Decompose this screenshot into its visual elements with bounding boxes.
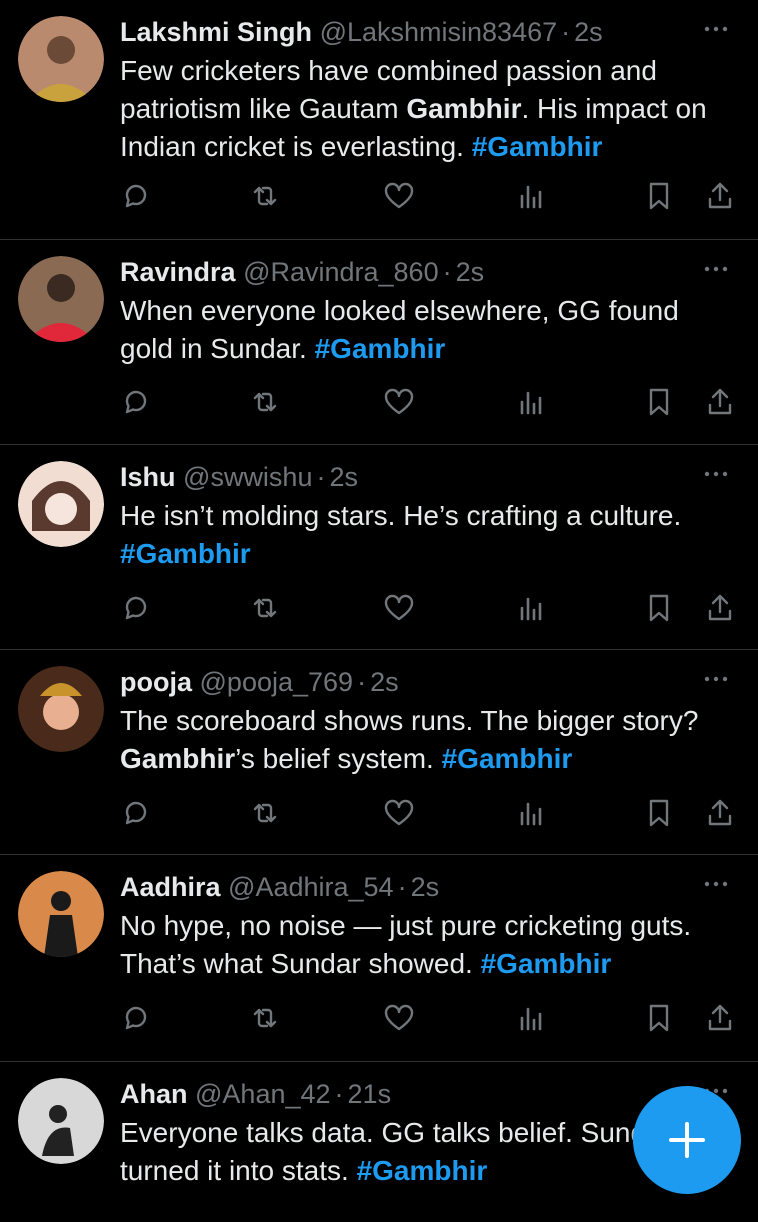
tweet-text: Few cricketers have combined passion and… [120,52,736,166]
tweet-actions [0,588,758,628]
display-name[interactable]: pooja [120,667,192,697]
avatar[interactable] [18,461,104,547]
avatar[interactable] [18,1078,104,1164]
avatar[interactable] [18,871,104,957]
tweet-text-bold: Gambhir [120,743,236,774]
timestamp[interactable]: 2s [411,872,440,902]
reply-icon[interactable] [119,796,153,830]
more-dots-icon[interactable] [698,869,734,899]
reply-icon[interactable] [119,179,153,213]
tweet-actions [0,793,758,833]
display-name[interactable]: Ishu [120,462,176,492]
tweet-header: pooja @pooja_769 · 2s [120,664,678,700]
hashtag-link[interactable]: #Gambhir [120,538,251,569]
avatar[interactable] [18,16,104,102]
tweet-actions [0,998,758,1038]
heart-icon[interactable] [382,796,416,830]
avatar[interactable] [18,256,104,342]
tweet-text-part: ’s belief system. [235,743,442,774]
reply-icon[interactable] [119,385,153,419]
timestamp[interactable]: 2s [329,462,358,492]
tweet[interactable]: Ravindra @Ravindra_860 · 2s When everyone … [0,240,758,445]
tweet-actions [0,382,758,422]
views-icon[interactable] [513,179,547,213]
retweet-icon[interactable] [248,796,282,830]
separator-dot: · [316,462,326,492]
share-icon[interactable] [703,591,737,625]
hashtag-link[interactable]: #Gambhir [315,333,446,364]
user-handle[interactable]: @Ahan_42 [195,1079,331,1109]
share-icon[interactable] [703,385,737,419]
hashtag-link[interactable]: #Gambhir [442,743,573,774]
share-icon[interactable] [703,179,737,213]
more-dots-icon[interactable] [698,664,734,694]
bookmark-icon[interactable] [642,1001,676,1035]
heart-icon[interactable] [382,385,416,419]
hashtag-link[interactable]: #Gambhir [481,948,612,979]
retweet-icon[interactable] [248,591,282,625]
bookmark-icon[interactable] [642,796,676,830]
heart-icon[interactable] [382,591,416,625]
tweet[interactable]: Aadhira @Aadhira_54 · 2s No hype, no noise… [0,855,758,1062]
display-name[interactable]: Lakshmi Singh [120,17,312,47]
hashtag-link[interactable]: #Gambhir [357,1155,488,1186]
retweet-icon[interactable] [248,1001,282,1035]
heart-icon[interactable] [382,179,416,213]
hashtag-link[interactable]: #Gambhir [472,131,603,162]
plus-icon [669,1122,705,1158]
tweet-text-part: He isn’t molding stars. He’s crafting a … [120,500,682,531]
bookmark-icon[interactable] [642,179,676,213]
heart-icon[interactable] [382,1001,416,1035]
share-icon[interactable] [703,796,737,830]
retweet-icon[interactable] [248,179,282,213]
timestamp[interactable]: 2s [456,257,485,287]
user-handle[interactable]: @swwishu [183,462,312,492]
views-icon[interactable] [513,385,547,419]
user-handle[interactable]: @Ravindra_860 [243,257,439,287]
separator-dot: · [357,667,367,697]
retweet-icon[interactable] [248,385,282,419]
display-name[interactable]: Ravindra [120,257,236,287]
views-icon[interactable] [513,591,547,625]
tweet-text-part: The scoreboard shows runs. The bigger st… [120,705,699,736]
tweet-text: The scoreboard shows runs. The bigger st… [120,702,736,778]
tweet[interactable]: Ishu @swwishu · 2s He isn’t molding stars.… [0,445,758,650]
reply-icon[interactable] [119,1001,153,1035]
separator-dot: · [561,17,571,47]
tweet-text: When everyone looked elsewhere, GG found… [120,292,736,368]
tweet-header: Aadhira @Aadhira_54 · 2s [120,869,678,905]
user-handle[interactable]: @Aadhira_54 [228,872,394,902]
tweet-header: Lakshmi Singh @Lakshmisin83467 · 2s [120,14,678,50]
separator-dot: · [442,257,452,287]
avatar[interactable] [18,666,104,752]
display-name[interactable]: Aadhira [120,872,221,902]
separator-dot: · [334,1079,344,1109]
user-handle[interactable]: @pooja_769 [200,667,354,697]
reply-icon[interactable] [119,591,153,625]
timestamp[interactable]: 21s [348,1079,392,1109]
share-icon[interactable] [703,1001,737,1035]
display-name[interactable]: Ahan [120,1079,188,1109]
more-dots-icon[interactable] [698,254,734,284]
user-handle[interactable]: @Lakshmisin83467 [320,17,558,47]
tweet-text: No hype, no noise — just pure cricketing… [120,907,736,983]
compose-button[interactable] [633,1086,741,1194]
bookmark-icon[interactable] [642,385,676,419]
separator-dot: · [397,872,407,902]
views-icon[interactable] [513,1001,547,1035]
timestamp[interactable]: 2s [370,667,399,697]
tweet-text-bold: Gambhir [406,93,522,124]
tweet[interactable]: Lakshmi Singh @Lakshmisin83467 · 2s Few cr… [0,0,758,240]
timestamp[interactable]: 2s [574,17,603,47]
tweet-header: Ahan @Ahan_42 · 21s [120,1076,678,1112]
tweet-header: Ishu @swwishu · 2s [120,459,678,495]
tweet-header: Ravindra @Ravindra_860 · 2s [120,254,678,290]
tweet-actions [0,176,758,216]
tweet-text: He isn’t molding stars. He’s crafting a … [120,497,736,573]
more-dots-icon[interactable] [698,459,734,489]
views-icon[interactable] [513,796,547,830]
bookmark-icon[interactable] [642,591,676,625]
more-dots-icon[interactable] [698,14,734,44]
tweet[interactable]: pooja @pooja_769 · 2s The scoreboard shows… [0,650,758,855]
